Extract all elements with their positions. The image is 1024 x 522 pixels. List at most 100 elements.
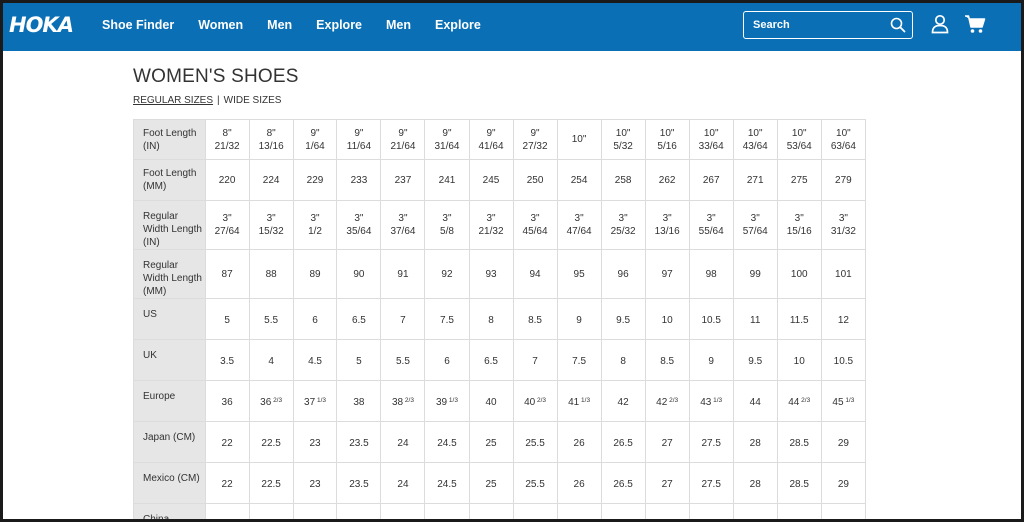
cell-value: 3" 21/32 bbox=[478, 213, 504, 237]
table-cell: 250 bbox=[468, 503, 514, 522]
table-cell: 258 bbox=[600, 159, 646, 201]
row-header: Japan (CM) bbox=[133, 421, 206, 463]
cell-value: 42 bbox=[656, 397, 668, 408]
nav-men[interactable]: Men bbox=[267, 0, 292, 51]
cell-value: 42 bbox=[617, 397, 629, 408]
table-cell: 6 bbox=[292, 298, 338, 340]
size-chart-table-container[interactable]: Foot Length (IN) 8" 21/32 8" 13/16 9" 1/64 9… bbox=[133, 119, 866, 522]
cell-value: 26 bbox=[573, 438, 585, 449]
table-cell: 100 bbox=[776, 249, 822, 299]
table-row: Mexico (CM) 22 22.5 23 23.5 24 24.5 25 25.5 26 26.… bbox=[133, 462, 866, 504]
cell-value: 37 bbox=[304, 397, 316, 408]
cell-value: 26.5 bbox=[613, 479, 633, 490]
table-cell: 25 bbox=[468, 462, 514, 504]
table-cell: 3" 37/64 bbox=[380, 200, 426, 250]
table-cell: 99 bbox=[732, 249, 778, 299]
table-cell: 25 bbox=[468, 421, 514, 463]
cell-value: 3" 47/64 bbox=[566, 213, 592, 237]
cell-value: 229 bbox=[306, 174, 324, 186]
cell-value: 3" 15/16 bbox=[786, 213, 812, 237]
nav-shoe-finder[interactable]: Shoe Finder bbox=[102, 0, 174, 51]
table-cell: 6 bbox=[424, 339, 470, 381]
cell-value: 40 bbox=[524, 397, 536, 408]
table-cell: 37 1/3 bbox=[292, 380, 338, 422]
nav-explore-2[interactable]: Explore bbox=[435, 0, 481, 51]
table-cell: 29 bbox=[820, 462, 866, 504]
table-cell: 27.5 bbox=[688, 421, 734, 463]
cart-icon[interactable] bbox=[964, 14, 986, 34]
cell-value: 22 bbox=[221, 479, 233, 490]
cell-value: 279 bbox=[835, 174, 852, 186]
table-row: Regular Width Length (MM) 87 88 89 90 91 92 93 9… bbox=[133, 249, 866, 299]
cell-value: 10 bbox=[793, 356, 805, 367]
cell-value: 7.5 bbox=[440, 315, 454, 326]
cell-value: 5 bbox=[356, 356, 362, 367]
cell-value: 262 bbox=[658, 174, 676, 186]
table-cell: 229 bbox=[292, 159, 338, 201]
table-cell: 3" 15/32 bbox=[248, 200, 294, 250]
table-cell: 38 bbox=[336, 380, 382, 422]
cell-value: 101 bbox=[835, 268, 852, 280]
cell-value: 29 bbox=[837, 479, 849, 490]
cell-value: 38 bbox=[353, 397, 365, 408]
cell-value: 9 bbox=[576, 315, 582, 326]
table-cell: 267 bbox=[688, 159, 734, 201]
table-cell: 3" 57/64 bbox=[732, 200, 778, 250]
table-cell: 26 bbox=[556, 421, 602, 463]
table-cell: 10" 63/64 bbox=[820, 119, 866, 160]
tab-regular-sizes[interactable]: REGULAR SIZES bbox=[133, 95, 213, 106]
search-input[interactable]: Search bbox=[743, 11, 913, 39]
table-cell: 7 bbox=[512, 339, 558, 381]
table-cell: 22.5 bbox=[248, 462, 294, 504]
table-cell: 10.5 bbox=[820, 339, 866, 381]
cell-value: 3" 57/64 bbox=[742, 213, 768, 237]
table-cell: 3" 35/64 bbox=[336, 200, 382, 250]
nav-explore[interactable]: Explore bbox=[316, 0, 362, 51]
cell-value: 6.5 bbox=[351, 315, 366, 326]
cell-value: 4.5 bbox=[308, 356, 322, 367]
cell-value: 9" 11/64 bbox=[346, 127, 372, 152]
table-cell: 6.5 bbox=[468, 339, 514, 381]
cell-value: 254 bbox=[570, 174, 588, 186]
page-title: WOMEN'S SHOES bbox=[133, 66, 299, 87]
table-cell: 93 bbox=[468, 249, 514, 299]
table-cell: 101 bbox=[820, 249, 866, 299]
nav-women[interactable]: Women bbox=[198, 0, 243, 51]
cell-value: 24.5 bbox=[437, 479, 457, 490]
cell-value: 100 bbox=[790, 268, 808, 280]
table-cell: 10" 43/64 bbox=[732, 119, 778, 160]
table-cell: 3" 31/32 bbox=[820, 200, 866, 250]
cell-fraction: 1/3 bbox=[579, 397, 591, 404]
table-cell: 36 bbox=[204, 380, 250, 422]
cell-value: 233 bbox=[350, 174, 368, 186]
cell-fraction: 1/3 bbox=[711, 397, 723, 404]
table-cell: 3" 5/8 bbox=[424, 200, 470, 250]
cell-value: 3" 15/32 bbox=[258, 213, 284, 237]
table-cell: 10 bbox=[644, 298, 690, 340]
cell-value: 10" 5/16 bbox=[657, 127, 677, 152]
cell-value: 9" 27/32 bbox=[522, 127, 548, 152]
nav-men-2[interactable]: Men bbox=[386, 0, 411, 51]
cell-value: 8.5 bbox=[660, 356, 675, 367]
hoka-logo[interactable]: HOKA bbox=[9, 10, 74, 40]
tab-wide-sizes[interactable]: WIDE SIZES bbox=[224, 95, 282, 106]
table-cell: 3" 45/64 bbox=[512, 200, 558, 250]
cell-value: 3" 27/64 bbox=[214, 213, 240, 237]
table-cell: 24 bbox=[380, 462, 426, 504]
cell-value: 10" 43/64 bbox=[742, 127, 768, 152]
cell-value: 3" 37/64 bbox=[390, 213, 416, 237]
table-cell: 27.5 bbox=[688, 462, 734, 504]
table-cell: 27 bbox=[644, 421, 690, 463]
table-cell: 225 bbox=[248, 503, 294, 522]
table-cell: 88 bbox=[248, 249, 294, 299]
user-icon[interactable] bbox=[931, 14, 949, 34]
cell-value: 23 bbox=[309, 438, 321, 449]
cell-value: 43 bbox=[700, 397, 712, 408]
cell-value: 26 bbox=[573, 479, 585, 490]
table-cell: 279 bbox=[820, 159, 866, 201]
cell-value: 94 bbox=[529, 268, 541, 280]
table-cell: 9" 41/64 bbox=[468, 119, 514, 160]
cell-value: 7 bbox=[400, 315, 406, 326]
search-icon[interactable] bbox=[890, 17, 906, 33]
cell-fraction: 2/3 bbox=[403, 397, 414, 404]
